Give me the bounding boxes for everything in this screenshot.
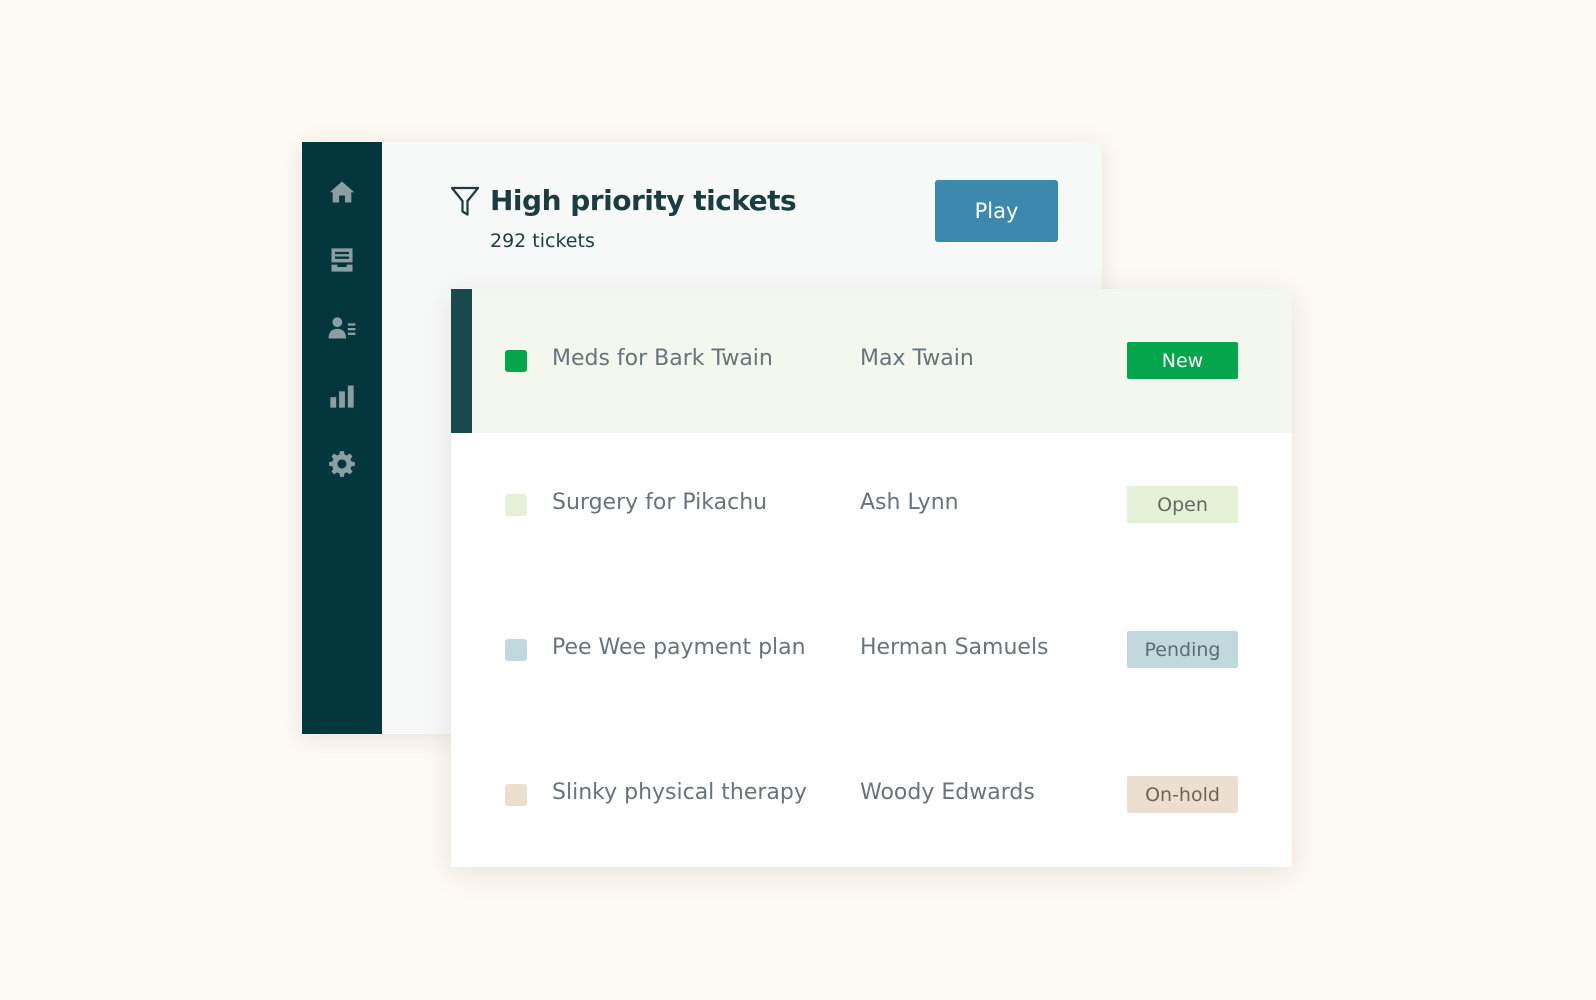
home-icon	[329, 181, 355, 203]
status-dot	[505, 494, 527, 516]
selected-indicator	[451, 289, 472, 433]
status-badge: Open	[1127, 486, 1238, 523]
status-badge: On-hold	[1127, 776, 1238, 813]
ticket-row[interactable]: Pee Wee payment plan Herman Samuels Pend…	[451, 578, 1292, 722]
status-dot	[505, 350, 527, 372]
status-badge: New	[1127, 342, 1238, 379]
sidebar-item-customers[interactable]	[302, 302, 382, 354]
status-dot	[505, 784, 527, 806]
ticket-row[interactable]: Meds for Bark Twain Max Twain New	[451, 289, 1292, 433]
ticket-row[interactable]: Surgery for Pikachu Ash Lynn Open	[451, 433, 1292, 577]
ticket-count: 292 tickets	[490, 230, 595, 252]
ticket-row[interactable]: Slinky physical therapy Woody Edwards On…	[451, 723, 1292, 867]
settings-icon	[329, 451, 355, 477]
play-button[interactable]: Play	[935, 180, 1058, 242]
ticket-requester: Woody Edwards	[860, 780, 1035, 805]
customers-icon	[328, 317, 356, 339]
inbox-icon	[331, 248, 353, 272]
ticket-subject: Surgery for Pikachu	[552, 490, 768, 515]
sidebar-nav	[302, 142, 382, 734]
ticket-requester: Max Twain	[860, 346, 974, 371]
status-badge: Pending	[1127, 631, 1238, 668]
sidebar-item-views[interactable]	[302, 234, 382, 286]
ticket-subject: Slinky physical therapy	[552, 780, 807, 805]
filter-icon	[450, 186, 480, 216]
ticket-requester: Ash Lynn	[860, 490, 959, 515]
ticket-list: Meds for Bark Twain Max Twain New Surger…	[451, 289, 1292, 867]
status-dot	[505, 639, 527, 661]
ticket-subject: Pee Wee payment plan	[552, 635, 806, 660]
sidebar-item-home[interactable]	[302, 166, 382, 218]
view-title: High priority tickets	[490, 184, 797, 217]
sidebar-item-reporting[interactable]	[302, 370, 382, 422]
sidebar-item-settings[interactable]	[302, 438, 382, 490]
ticket-subject: Meds for Bark Twain	[552, 346, 773, 371]
ticket-requester: Herman Samuels	[860, 635, 1049, 660]
reporting-icon	[330, 385, 354, 408]
